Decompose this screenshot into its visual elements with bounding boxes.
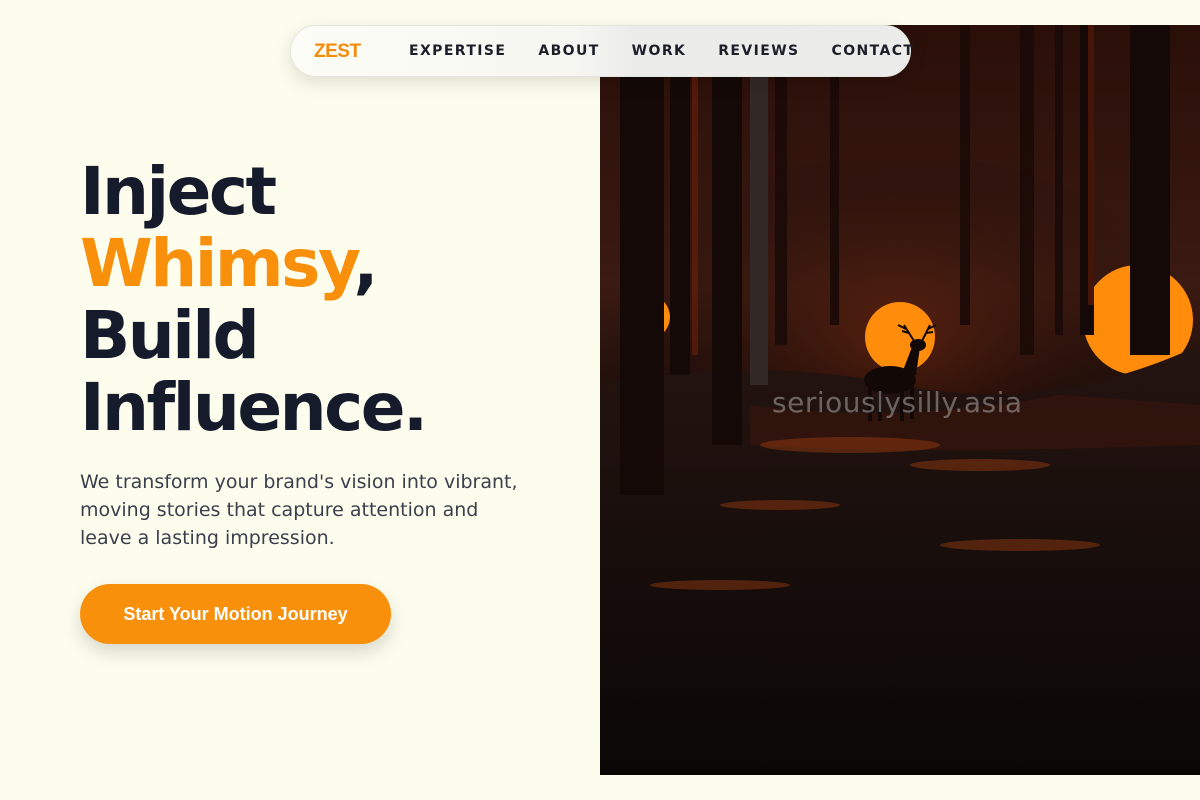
headline-accent-word: Whimsy	[80, 225, 356, 302]
nav-link-work[interactable]: WORK	[632, 43, 687, 59]
nav-link-about[interactable]: ABOUT	[538, 43, 599, 59]
nav-links: EXPERTISE ABOUT WORK REVIEWS CONTACT	[409, 43, 914, 59]
nav-link-contact[interactable]: CONTACT	[832, 43, 915, 59]
headline-line-2: Whimsy,	[80, 228, 426, 300]
headline-comma: ,	[353, 225, 378, 302]
hero-image: seriouslysilly.asia	[600, 25, 1200, 775]
landing-page: seriouslysilly.asia ZEST EXPERTISE ABOUT…	[0, 0, 1200, 800]
headline-line-1: Inject	[80, 153, 277, 230]
brand-logo[interactable]: ZEST	[314, 41, 361, 63]
hero-subtitle: We transform your brand's vision into vi…	[80, 471, 518, 549]
hero-headline: Inject Whimsy, Build Influence.	[80, 153, 428, 446]
headline-line-4: Influence.	[80, 369, 428, 446]
top-navigation: ZEST EXPERTISE ABOUT WORK REVIEWS CONTAC…	[290, 25, 914, 77]
nav-link-reviews[interactable]: REVIEWS	[718, 43, 799, 59]
cta-button[interactable]: Start Your Motion Journey	[80, 584, 391, 644]
headline-line-3: Build	[80, 297, 260, 374]
nav-link-expertise[interactable]: EXPERTISE	[409, 43, 506, 59]
image-watermark: seriouslysilly.asia	[772, 386, 1023, 419]
